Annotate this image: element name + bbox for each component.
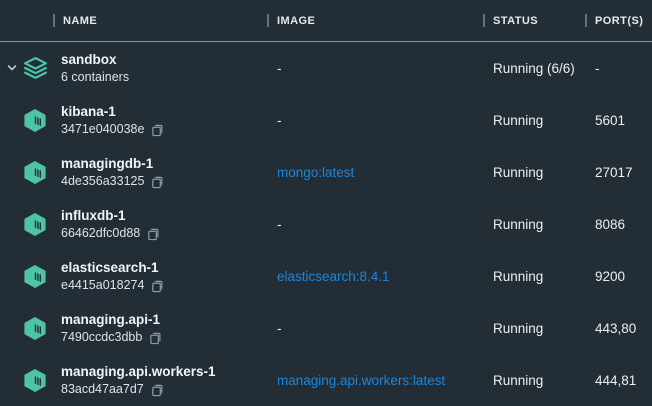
ports-cell: 27017 xyxy=(585,165,652,180)
column-header-label: NAME xyxy=(63,15,97,27)
name-cell: influxdb-1 66462dfc0d88 xyxy=(0,207,267,241)
ports-cell: 444,81 xyxy=(585,373,652,388)
image-cell: - xyxy=(267,321,483,336)
column-header-name: NAME xyxy=(0,0,267,41)
ports-text: 27017 xyxy=(595,165,633,180)
image-name: - xyxy=(277,321,282,336)
image-cell: mongo:latest xyxy=(267,165,483,180)
status-cell: Running xyxy=(483,321,585,336)
status-text: Running xyxy=(493,373,543,388)
name-cell: elasticsearch-1 e4415a018274 xyxy=(0,259,267,293)
status-text: Running xyxy=(493,269,543,284)
name-cell: sandbox 6 containers xyxy=(0,51,267,85)
container-row[interactable]: influxdb-1 66462dfc0d88 - Running 8086 xyxy=(0,198,652,250)
name-cell: managing.api-1 7490ccdc3dbb xyxy=(0,311,267,345)
container-name: elasticsearch-1 xyxy=(61,259,164,276)
image-name: - xyxy=(277,217,282,232)
image-name[interactable]: elasticsearch:8.4.1 xyxy=(277,269,390,284)
column-divider xyxy=(585,14,587,27)
chevron-down-icon[interactable] xyxy=(4,62,20,74)
container-icon xyxy=(20,264,50,289)
image-name: - xyxy=(277,113,282,128)
copy-icon[interactable] xyxy=(151,123,164,137)
ports-cell: - xyxy=(585,61,652,76)
copy-icon[interactable] xyxy=(151,175,164,189)
container-count: 6 containers xyxy=(61,70,129,85)
container-id: 7490ccdc3dbb xyxy=(61,330,142,345)
copy-icon[interactable] xyxy=(149,331,162,345)
container-icon xyxy=(20,316,50,341)
container-icon xyxy=(20,160,50,185)
container-id: 66462dfc0d88 xyxy=(61,226,140,241)
ports-text: 443,80 xyxy=(595,321,636,336)
container-name: managing.api-1 xyxy=(61,311,162,328)
status-cell: Running xyxy=(483,373,585,388)
container-name: sandbox xyxy=(61,51,129,68)
status-cell: Running xyxy=(483,217,585,232)
container-row[interactable]: managing.api.workers-183acd47aa7d7managi… xyxy=(0,354,652,406)
image-name[interactable]: mongo:latest xyxy=(277,165,354,180)
status-cell: Running xyxy=(483,113,585,128)
ports-cell: 9200 xyxy=(585,269,652,284)
column-header-label: IMAGE xyxy=(277,15,315,27)
name-cell: managing.api.workers-1 83acd47aa7d7 xyxy=(0,363,267,397)
column-header-label: STATUS xyxy=(493,15,538,27)
status-text: Running xyxy=(493,165,543,180)
name-cell: managingdb-1 4de356a33125 xyxy=(0,155,267,189)
column-header-label: PORT(S) xyxy=(595,15,643,27)
container-id: 4de356a33125 xyxy=(61,174,144,189)
status-cell: Running xyxy=(483,269,585,284)
status-text: Running xyxy=(493,217,543,232)
status-cell: Running xyxy=(483,165,585,180)
copy-icon[interactable] xyxy=(147,227,160,241)
container-icon xyxy=(20,212,50,237)
copy-icon[interactable] xyxy=(151,383,164,397)
container-row[interactable]: kibana-1 3471e040038e - Running 5601 xyxy=(0,94,652,146)
ports-cell: 443,80 xyxy=(585,321,652,336)
status-cell: Running (6/6) xyxy=(483,61,585,76)
status-text: Running xyxy=(493,113,543,128)
container-row[interactable]: elasticsearch-1e4415a018274elasticsearch… xyxy=(0,250,652,302)
ports-text: 9200 xyxy=(595,269,625,284)
name-cell: kibana-1 3471e040038e xyxy=(0,103,267,137)
status-text: Running xyxy=(493,321,543,336)
column-divider xyxy=(267,14,269,27)
container-row[interactable]: managingdb-1 4de356a33125 mongo:latest Runn… xyxy=(0,146,652,198)
container-id: e4415a018274 xyxy=(61,278,144,293)
copy-icon[interactable] xyxy=(151,279,164,293)
container-name: managingdb-1 xyxy=(61,155,164,172)
container-icon xyxy=(20,368,50,393)
image-name: - xyxy=(277,61,282,76)
ports-text: 8086 xyxy=(595,217,625,232)
table-header: NAME IMAGE STATUS PORT(S) xyxy=(0,0,652,42)
container-name: managing.api.workers-1 xyxy=(61,363,216,380)
column-header-ports: PORT(S) xyxy=(585,0,652,41)
containers-table-body: sandbox6 containers-Running (6/6)-kibana… xyxy=(0,42,652,406)
column-divider xyxy=(483,14,485,27)
container-id: 3471e040038e xyxy=(61,122,144,137)
ports-cell: 5601 xyxy=(585,113,652,128)
column-divider xyxy=(53,14,55,27)
ports-text: 5601 xyxy=(595,113,625,128)
image-cell: managing.api.workers:latest xyxy=(267,373,483,388)
container-id: 83acd47aa7d7 xyxy=(61,382,144,397)
container-row[interactable]: managing.api-1 7490ccdc3dbb - Running 443,80 xyxy=(0,302,652,354)
compose-group-row[interactable]: sandbox 6 containers - Running (6/6) - xyxy=(0,42,652,94)
image-name[interactable]: managing.api.workers:latest xyxy=(277,373,445,388)
column-header-image: IMAGE xyxy=(267,0,483,41)
column-header-status: STATUS xyxy=(483,0,585,41)
container-name: kibana-1 xyxy=(61,103,164,120)
status-text: Running (6/6) xyxy=(493,61,575,76)
ports-text: - xyxy=(595,61,600,76)
compose-stack-icon xyxy=(20,55,50,82)
image-cell: - xyxy=(267,217,483,232)
image-cell: - xyxy=(267,61,483,76)
ports-text: 444,81 xyxy=(595,373,636,388)
image-cell: elasticsearch:8.4.1 xyxy=(267,269,483,284)
containers-table: NAME IMAGE STATUS PORT(S) sandbox 6 conta… xyxy=(0,0,652,406)
container-name: influxdb-1 xyxy=(61,207,160,224)
ports-cell: 8086 xyxy=(585,217,652,232)
image-cell: - xyxy=(267,113,483,128)
container-icon xyxy=(20,108,50,133)
